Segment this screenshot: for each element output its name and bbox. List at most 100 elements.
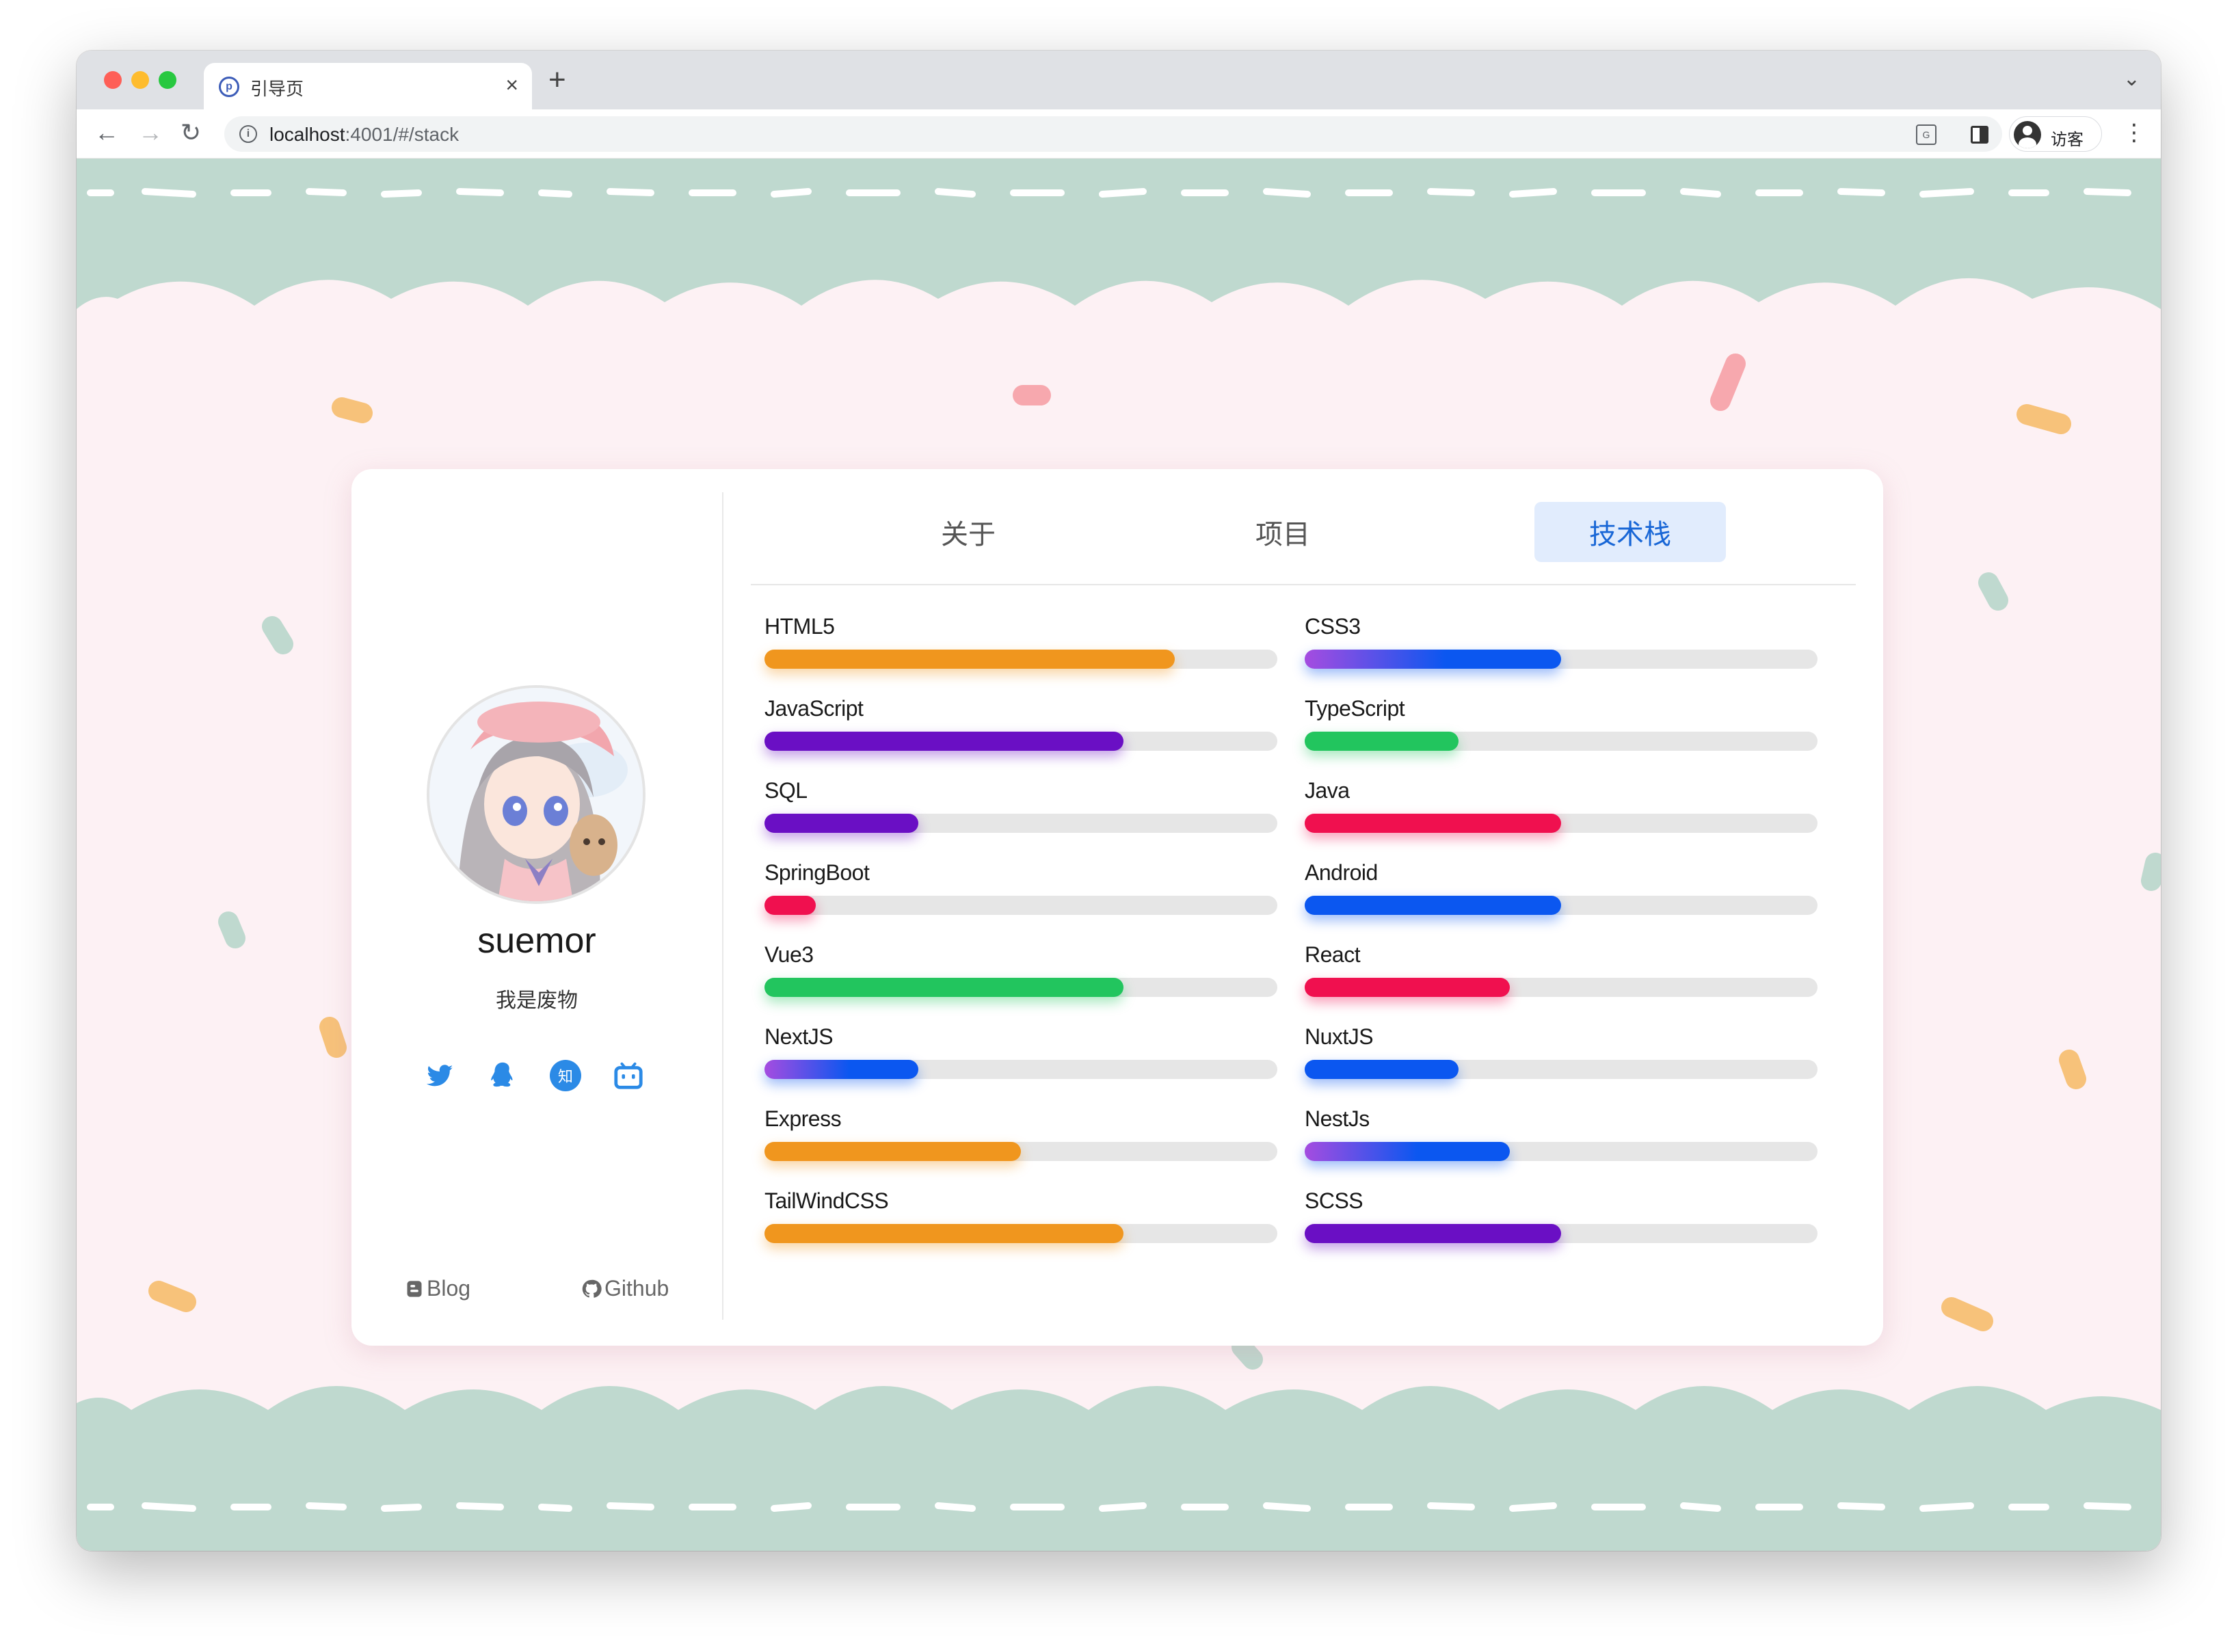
page-content: suemor 我是废物 知 Blog Github 关于 项目 技术栈 HTML… — [77, 159, 2161, 1551]
skill-name: NextJS — [764, 1024, 834, 1049]
skill-level-bar — [764, 1224, 1123, 1243]
skill-track — [1305, 732, 1818, 751]
blog-link-label: Blog — [427, 1276, 471, 1301]
address-bar[interactable]: i localhost:4001/#/stack — [224, 116, 2002, 152]
skill-name: Android — [1305, 860, 1378, 885]
skill-track — [1305, 896, 1818, 915]
minimize-window-button[interactable] — [131, 71, 149, 89]
back-button[interactable]: ← — [94, 118, 119, 148]
skill-level-bar — [1305, 1060, 1459, 1079]
translate-icon[interactable]: G — [1916, 124, 1936, 145]
close-tab-icon[interactable]: × — [505, 72, 518, 97]
skill-item: NuxtJS — [1305, 1024, 1818, 1106]
tab-bar: p 引导页 × + ⌄ — [77, 51, 2161, 109]
side-panel-icon[interactable] — [1971, 126, 1988, 144]
skill-track — [764, 1142, 1277, 1161]
skill-item: TypeScript — [1305, 696, 1818, 778]
skill-name: Java — [1305, 778, 1350, 803]
skill-track — [764, 978, 1277, 997]
skill-track — [1305, 814, 1818, 833]
skill-name: TailWindCSS — [764, 1188, 889, 1213]
zhihu-icon[interactable]: 知 — [550, 1060, 581, 1091]
close-window-button[interactable] — [104, 71, 122, 89]
avatar-illustration — [429, 688, 643, 901]
skill-item: NestJs — [1305, 1106, 1818, 1188]
tab-projects[interactable]: 项目 — [1187, 502, 1379, 562]
twitter-icon[interactable] — [424, 1060, 455, 1091]
maximize-window-button[interactable] — [159, 71, 176, 89]
skill-item: NextJS — [764, 1024, 1277, 1106]
skill-level-bar — [1305, 1224, 1561, 1243]
url-path: :4001/#/stack — [345, 124, 460, 145]
browser-tab[interactable]: p 引导页 × — [204, 63, 532, 109]
skill-item: Vue3 — [764, 942, 1277, 1024]
skill-item: CSS3 — [1305, 614, 1818, 696]
skill-track — [764, 1224, 1277, 1243]
favicon-icon: p — [219, 77, 239, 97]
top-scallop-band — [77, 159, 2161, 309]
github-icon — [582, 1279, 602, 1298]
qq-icon[interactable] — [487, 1060, 518, 1091]
skill-name: SpringBoot — [764, 860, 870, 885]
skill-name: NuxtJS — [1305, 1024, 1374, 1049]
username: suemor — [477, 921, 596, 961]
browser-menu-icon[interactable]: ⋮ — [2122, 118, 2146, 148]
avatar — [427, 685, 645, 904]
panel-divider — [722, 492, 723, 1320]
profile-avatar-icon — [2014, 121, 2041, 148]
profile-button[interactable]: 访客 — [2009, 116, 2102, 152]
url-host: localhost — [269, 124, 345, 145]
skill-level-bar — [1305, 732, 1459, 751]
skill-item: TailWindCSS — [764, 1188, 1277, 1270]
skill-level-bar — [764, 978, 1123, 997]
tab-about[interactable]: 关于 — [873, 502, 1064, 562]
tab-stack[interactable]: 技术栈 — [1534, 502, 1726, 562]
skill-name: HTML5 — [764, 614, 835, 639]
skill-level-bar — [764, 1142, 1021, 1161]
bottom-scallop-band — [77, 1386, 2161, 1551]
forward-button[interactable]: → — [138, 118, 163, 148]
skill-name: TypeScript — [1305, 696, 1405, 721]
skill-track — [1305, 978, 1818, 997]
bio: 我是废物 — [496, 989, 578, 1012]
skill-name: NestJs — [1305, 1106, 1370, 1131]
skill-item: SpringBoot — [764, 860, 1277, 942]
skill-item: Android — [1305, 860, 1818, 942]
skill-name: Vue3 — [764, 942, 814, 967]
skill-track — [764, 896, 1277, 915]
skill-item: Express — [764, 1106, 1277, 1188]
skill-level-bar — [1305, 814, 1561, 833]
skill-level-bar — [1305, 896, 1561, 915]
profile-card: suemor 我是废物 知 Blog Github 关于 项目 技术栈 HTML… — [351, 469, 1883, 1346]
skill-track — [1305, 650, 1818, 669]
github-link[interactable]: Github — [581, 1276, 669, 1301]
blog-link[interactable]: Blog — [405, 1276, 470, 1301]
skill-name: React — [1305, 942, 1361, 967]
skill-level-bar — [764, 732, 1123, 751]
skill-track — [764, 1060, 1277, 1079]
new-tab-button[interactable]: + — [548, 63, 566, 97]
skill-level-bar — [764, 896, 816, 915]
url-text[interactable]: localhost:4001/#/stack — [269, 124, 459, 146]
section-tabs: 关于 项目 技术栈 — [751, 469, 1856, 585]
skill-level-bar — [764, 1060, 918, 1079]
skill-name: SCSS — [1305, 1188, 1363, 1213]
reload-button[interactable]: ↻ — [181, 118, 201, 148]
bilibili-icon[interactable] — [613, 1060, 644, 1091]
skill-name: SQL — [764, 778, 808, 803]
skill-item: HTML5 — [764, 614, 1277, 696]
skill-level-bar — [1305, 1142, 1510, 1161]
skill-level-bar — [1305, 978, 1510, 997]
skill-name: Express — [764, 1106, 842, 1131]
tab-search-icon[interactable]: ⌄ — [2123, 67, 2140, 91]
browser-window: p 引导页 × + ⌄ ← → ↻ i localhost:4001/#/sta… — [77, 51, 2161, 1551]
skill-track — [1305, 1142, 1818, 1161]
skill-item: SCSS — [1305, 1188, 1818, 1270]
site-info-icon[interactable]: i — [239, 125, 257, 143]
tab-title: 引导页 — [250, 79, 304, 99]
social-links: 知 — [424, 1060, 650, 1094]
skill-item: React — [1305, 942, 1818, 1024]
skill-track — [764, 814, 1277, 833]
browser-toolbar: ← → ↻ i localhost:4001/#/stack G 访客 ⋮ — [77, 109, 2161, 159]
skill-track — [1305, 1224, 1818, 1243]
